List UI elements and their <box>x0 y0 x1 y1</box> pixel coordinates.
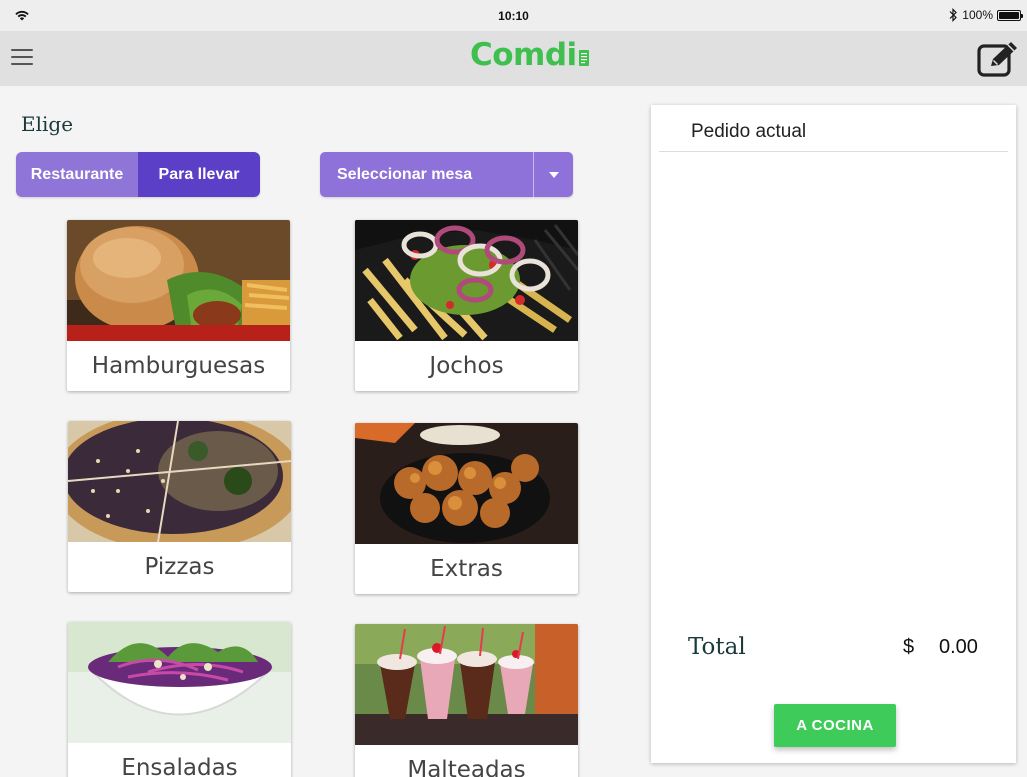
category-label: Extras <box>430 556 503 582</box>
category-label: Pizzas <box>144 554 215 580</box>
app-logo: Comdi <box>470 37 590 73</box>
send-to-kitchen-button[interactable]: A COCINA <box>774 704 896 747</box>
category-card-malteadas[interactable]: Malteadas <box>355 624 578 777</box>
order-divider <box>659 151 1008 152</box>
category-label: Hamburguesas <box>91 353 266 379</box>
category-label: Malteadas <box>407 757 526 777</box>
edit-icon[interactable] <box>977 41 1019 77</box>
status-bar: 10:10 100% <box>0 0 1027 31</box>
milkshakes-photo <box>355 624 578 745</box>
choose-heading: Elige <box>21 112 74 136</box>
category-card-pizzas[interactable]: Pizzas <box>68 421 291 592</box>
category-card-hamburguesas[interactable]: Hamburguesas <box>67 220 290 391</box>
category-card-ensaladas[interactable]: Ensaladas <box>68 622 291 777</box>
currency-symbol: $ <box>903 636 915 658</box>
chevron-down-icon[interactable] <box>533 152 573 197</box>
mode-option-para-llevar[interactable]: Para llevar <box>138 152 260 197</box>
status-time: 10:10 <box>498 9 529 23</box>
category-card-jochos[interactable]: Jochos <box>355 220 578 391</box>
hot-dogs-photo <box>355 220 578 341</box>
app-bar: Comdi <box>0 31 1027 86</box>
salad-photo <box>68 622 291 743</box>
category-label: Jochos <box>429 353 504 379</box>
current-order-panel: Pedido actual Total $ 0.00 A COCINA <box>651 105 1016 763</box>
battery-icon <box>997 9 1023 21</box>
total-label: Total <box>688 634 746 660</box>
hamburger-menu-icon[interactable] <box>11 49 33 67</box>
receipt-icon <box>578 50 589 66</box>
table-select-dropdown[interactable]: Seleccionar mesa <box>320 152 573 197</box>
service-mode-toggle: Restaurante Para llevar <box>16 152 260 197</box>
logo-text: Comdi <box>470 37 577 73</box>
mode-option-restaurante[interactable]: Restaurante <box>16 152 138 197</box>
battery-percent: 100% <box>962 8 993 22</box>
bluetooth-icon <box>949 8 958 22</box>
category-card-extras[interactable]: Extras <box>355 423 578 594</box>
hamburger-photo <box>67 220 290 341</box>
fried-food-photo <box>355 423 578 544</box>
order-title: Pedido actual <box>691 121 807 142</box>
pizza-photo <box>68 421 291 542</box>
total-amount: 0.00 <box>939 636 978 658</box>
category-label: Ensaladas <box>121 755 238 777</box>
table-select-label: Seleccionar mesa <box>320 152 533 197</box>
